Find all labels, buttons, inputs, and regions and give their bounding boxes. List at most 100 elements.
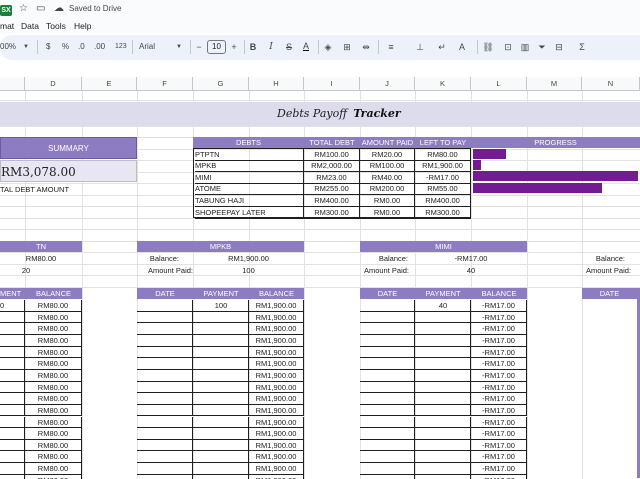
mpkb-balance-cell: RM1,900.00 [249, 334, 304, 347]
chevron-down-icon: ▼ [176, 44, 182, 50]
debt-name: ATOME [195, 183, 304, 196]
ptptn-payment-cell [0, 393, 25, 405]
column-header-d[interactable]: D [25, 77, 82, 91]
debt-left: RM300.00 [415, 206, 471, 219]
debt-paid: RM40.00 [360, 171, 415, 184]
strikethrough-icon[interactable]: S [283, 41, 295, 53]
ptptn-balance-cell: RM80.00 [25, 323, 82, 335]
column-header-j[interactable]: J [360, 77, 415, 91]
mimi-payment-cell [415, 300, 471, 312]
column-header-c[interactable] [0, 77, 25, 91]
mimi-balance-cell: -RM17.00 [471, 451, 527, 464]
mimi-payment-cell [415, 474, 471, 479]
gridline [0, 241, 640, 242]
borders-icon[interactable]: ⊞ [341, 41, 353, 53]
menu-help[interactable]: Help [74, 19, 91, 34]
mpkb-header: MPKB [137, 241, 304, 252]
mpkb-date-cell [137, 404, 193, 417]
fill-color-icon[interactable]: ◈ [322, 41, 334, 53]
mpkb-balance: RM1,900.00 [228, 254, 269, 263]
minus-icon[interactable]: − [193, 41, 205, 53]
comment-icon[interactable]: ⊡ [502, 41, 514, 53]
text-wrap-icon[interactable]: ↵ [436, 41, 448, 53]
progress-bar-atome [473, 183, 602, 193]
column-header-l[interactable]: L [471, 77, 527, 91]
menu-data[interactable]: Data [21, 19, 39, 34]
mimi-date-cell [360, 346, 415, 359]
menu-format[interactable]: mat [0, 19, 14, 34]
summary-header: SUMMARY [0, 137, 137, 159]
zoom-select[interactable]: 00% [0, 41, 16, 53]
column-header-f[interactable]: F [137, 77, 193, 91]
column-header-i[interactable]: I [304, 77, 360, 91]
menu-tools[interactable]: Tools [46, 19, 66, 34]
next-paid-label: Amount Paid: [585, 266, 631, 275]
ptptn-balance-col-header: BALANCE [25, 288, 82, 299]
progress-col-header: PROGRESS [471, 137, 640, 148]
font-size-input[interactable]: 10 [207, 40, 226, 54]
bold-icon[interactable]: B [247, 41, 259, 53]
column-header-g[interactable]: G [193, 77, 249, 91]
chevron-down-icon: ▼ [23, 44, 29, 50]
vertical-align-icon[interactable]: ⊥ [414, 41, 426, 53]
ptptn-balance-cell: RM80.00 [25, 416, 82, 429]
italic-icon[interactable]: I [265, 41, 277, 53]
mpkb-balance-cell: RM1,900.00 [249, 300, 304, 312]
font-select[interactable]: Arial [139, 41, 155, 53]
text-color-icon[interactable]: A [300, 40, 312, 52]
total-debt-label: TAL DEBT AMOUNT [0, 185, 70, 194]
text-rotation-icon[interactable]: A [456, 41, 468, 53]
mimi-date-cell [360, 358, 415, 370]
column-header-k[interactable]: K [415, 77, 471, 91]
ptptn-payment-cell [0, 474, 25, 479]
column-header-n[interactable]: N [582, 77, 640, 91]
merge-cells-icon[interactable]: ⇹ [360, 41, 372, 53]
mpkb-balance-cell: RM1,900.00 [249, 369, 304, 382]
star-icon[interactable]: ☆ [19, 3, 28, 14]
plus-icon[interactable]: + [228, 41, 240, 53]
mpkb-payment-cell [193, 463, 249, 475]
separator [132, 40, 133, 54]
debt-left: -RM17.00 [415, 171, 471, 184]
mpkb-paid-label: Amount Paid: [147, 266, 193, 275]
ptptn-balance-cell: RM80.00 [25, 334, 82, 347]
sheet-grid[interactable]: Debts Payoff Tracker SUMMARY RM3,078.00 … [0, 91, 640, 479]
separator [244, 40, 245, 54]
mimi-payment-cell [415, 393, 471, 405]
mpkb-balance-cell: RM1,900.00 [249, 416, 304, 429]
percent-format-button[interactable]: % [62, 41, 69, 53]
gridline [0, 126, 640, 127]
mimi-balance-cell: -RM17.00 [471, 463, 527, 475]
filter-icon[interactable]: ⏷ [536, 41, 548, 53]
column-header-h[interactable]: H [249, 77, 304, 91]
number-format-button[interactable]: 123 [115, 41, 127, 53]
mpkb-payment-col-header: PAYMENT [193, 288, 249, 299]
mpkb-amount-paid: 100 [242, 266, 255, 275]
mimi-date-cell [360, 300, 415, 312]
cloud-icon[interactable]: ☁ [54, 3, 64, 14]
filter-views-icon[interactable]: ⊟ [553, 41, 565, 53]
total-debt-col-header: TOTAL DEBT [304, 137, 360, 148]
mpkb-date-cell [137, 381, 193, 394]
increase-decimal-button[interactable]: .00 [94, 41, 105, 53]
mpkb-date-cell [137, 358, 193, 370]
mimi-payment-cell [415, 463, 471, 475]
separator [318, 40, 319, 54]
ptptn-balance-cell: RM80.00 [25, 300, 82, 312]
ptptn-payment-cell [0, 323, 25, 335]
functions-icon[interactable]: Σ [576, 41, 588, 53]
move-folder-icon[interactable]: ▭ [36, 3, 45, 14]
debt-left: RM1,900.00 [415, 160, 471, 173]
currency-format-button[interactable]: $ [46, 41, 50, 53]
mpkb-payment-cell [193, 346, 249, 359]
horizontal-align-icon[interactable]: ≡ [385, 41, 397, 53]
column-header-m[interactable]: M [527, 77, 582, 91]
mimi-balance-cell: -RM17.00 [471, 334, 527, 347]
mimi-balance-col-header: BALANCE [471, 288, 527, 299]
chart-icon[interactable]: ▥ [519, 41, 531, 53]
decrease-decimal-button[interactable]: .0 [78, 41, 85, 53]
mimi-payment-cell [415, 346, 471, 359]
mimi-date-cell [360, 463, 415, 475]
link-icon[interactable]: ⛓ [482, 41, 494, 53]
column-header-e[interactable]: E [82, 77, 137, 91]
